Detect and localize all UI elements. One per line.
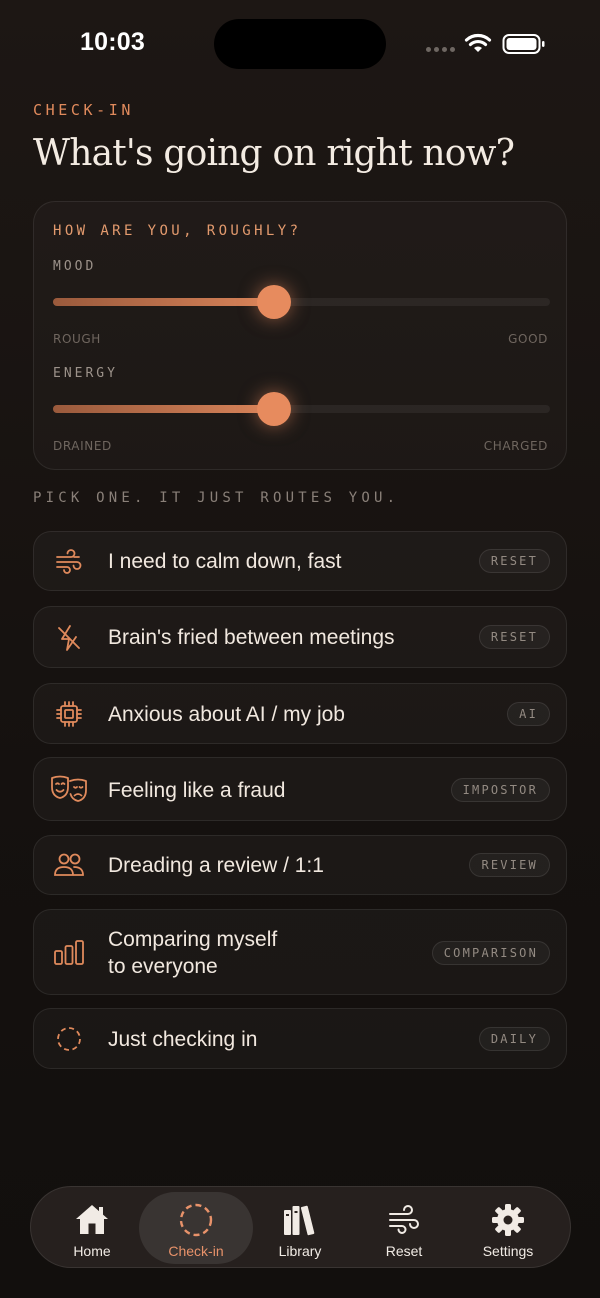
- mood-slider[interactable]: [53, 285, 550, 319]
- gear-icon: [490, 1202, 526, 1238]
- energy-slider-label: ENERGY: [53, 366, 118, 381]
- option-label-line: to everyone: [108, 955, 218, 978]
- options-caption: PICK ONE. IT JUST ROUTES YOU.: [33, 490, 400, 506]
- energy-slider[interactable]: [53, 392, 550, 426]
- mood-max-label: GOOD: [508, 332, 548, 346]
- chip-icon: [52, 697, 86, 731]
- option-label: Anxious about AI / my job: [108, 703, 345, 726]
- mood-slider-label: MOOD: [53, 259, 97, 274]
- energy-max-label: CHARGED: [483, 439, 548, 453]
- option-label: I need to calm down, fast: [108, 550, 342, 573]
- option-fraud[interactable]: Feeling like a fraud IMPOSTOR: [33, 757, 567, 821]
- energy-slider-thumb[interactable]: [257, 392, 292, 426]
- option-label: Comparing myself to everyone: [108, 926, 408, 980]
- tab-home[interactable]: Home: [35, 1192, 149, 1264]
- option-ai-anxiety[interactable]: Anxious about AI / my job AI: [33, 683, 567, 744]
- option-label: Dreading a review / 1:1: [108, 854, 324, 877]
- tab-settings[interactable]: Settings: [451, 1192, 565, 1264]
- status-time: 10:03: [80, 28, 145, 56]
- zap-off-icon: [52, 621, 86, 655]
- people-icon: [52, 848, 86, 882]
- mood-energy-card: HOW ARE YOU, ROUGHLY? MOOD ROUGH GOOD EN…: [33, 201, 567, 470]
- energy-min-label: DRAINED: [53, 439, 112, 453]
- wifi-icon: [464, 32, 492, 54]
- tab-library[interactable]: Library: [243, 1192, 357, 1264]
- mood-min-label: ROUGH: [53, 332, 101, 346]
- tab-reset[interactable]: Reset: [347, 1192, 461, 1264]
- option-label: Brain's fried between meetings: [108, 626, 395, 649]
- tab-label: Check-in: [168, 1243, 224, 1259]
- option-checking-in[interactable]: Just checking in DAILY: [33, 1008, 567, 1069]
- option-label: Feeling like a fraud: [108, 779, 286, 802]
- home-icon: [74, 1202, 110, 1238]
- tab-label: Settings: [482, 1243, 534, 1259]
- mood-slider-fill: [53, 298, 275, 306]
- option-tag: REVIEW: [469, 853, 550, 877]
- mood-slider-thumb[interactable]: [257, 285, 292, 319]
- tab-label: Library: [278, 1243, 322, 1259]
- option-review[interactable]: Dreading a review / 1:1 REVIEW: [33, 835, 567, 895]
- option-label: Just checking in: [108, 1028, 258, 1051]
- option-calm-down[interactable]: I need to calm down, fast RESET: [33, 531, 567, 591]
- dashed-circle-icon: [178, 1202, 214, 1238]
- bars-icon: [52, 936, 86, 970]
- option-tag: DAILY: [478, 1027, 550, 1051]
- tab-bar: Home Check-in Library Reset Settings: [30, 1186, 571, 1268]
- option-tag: IMPOSTOR: [450, 778, 550, 802]
- tab-label: Reset: [385, 1243, 423, 1259]
- option-tag: RESET: [478, 625, 550, 649]
- option-tag: COMPARISON: [431, 941, 550, 965]
- option-tag: RESET: [478, 549, 550, 573]
- option-tag: AI: [507, 702, 550, 726]
- tab-label: Home: [73, 1243, 111, 1259]
- masks-icon: [49, 772, 89, 806]
- wind-icon: [52, 545, 86, 579]
- option-label-line: Comparing myself: [108, 928, 278, 951]
- section-eyebrow: CHECK-IN: [33, 101, 135, 119]
- battery-icon: [502, 33, 546, 55]
- cellular-signal-icon: [426, 47, 455, 52]
- library-icon: [282, 1202, 318, 1238]
- wind-icon: [386, 1202, 422, 1238]
- dashed-circle-icon: [52, 1022, 86, 1056]
- energy-slider-fill: [53, 405, 275, 413]
- page-title: What's going on right now?: [33, 133, 515, 174]
- dynamic-island: [214, 19, 386, 69]
- option-brain-fried[interactable]: Brain's fried between meetings RESET: [33, 606, 567, 668]
- option-comparison[interactable]: Comparing myself to everyone COMPARISON: [33, 909, 567, 995]
- card-heading: HOW ARE YOU, ROUGHLY?: [53, 223, 302, 239]
- tab-check-in[interactable]: Check-in: [139, 1192, 253, 1264]
- status-bar: 10:03: [0, 0, 600, 90]
